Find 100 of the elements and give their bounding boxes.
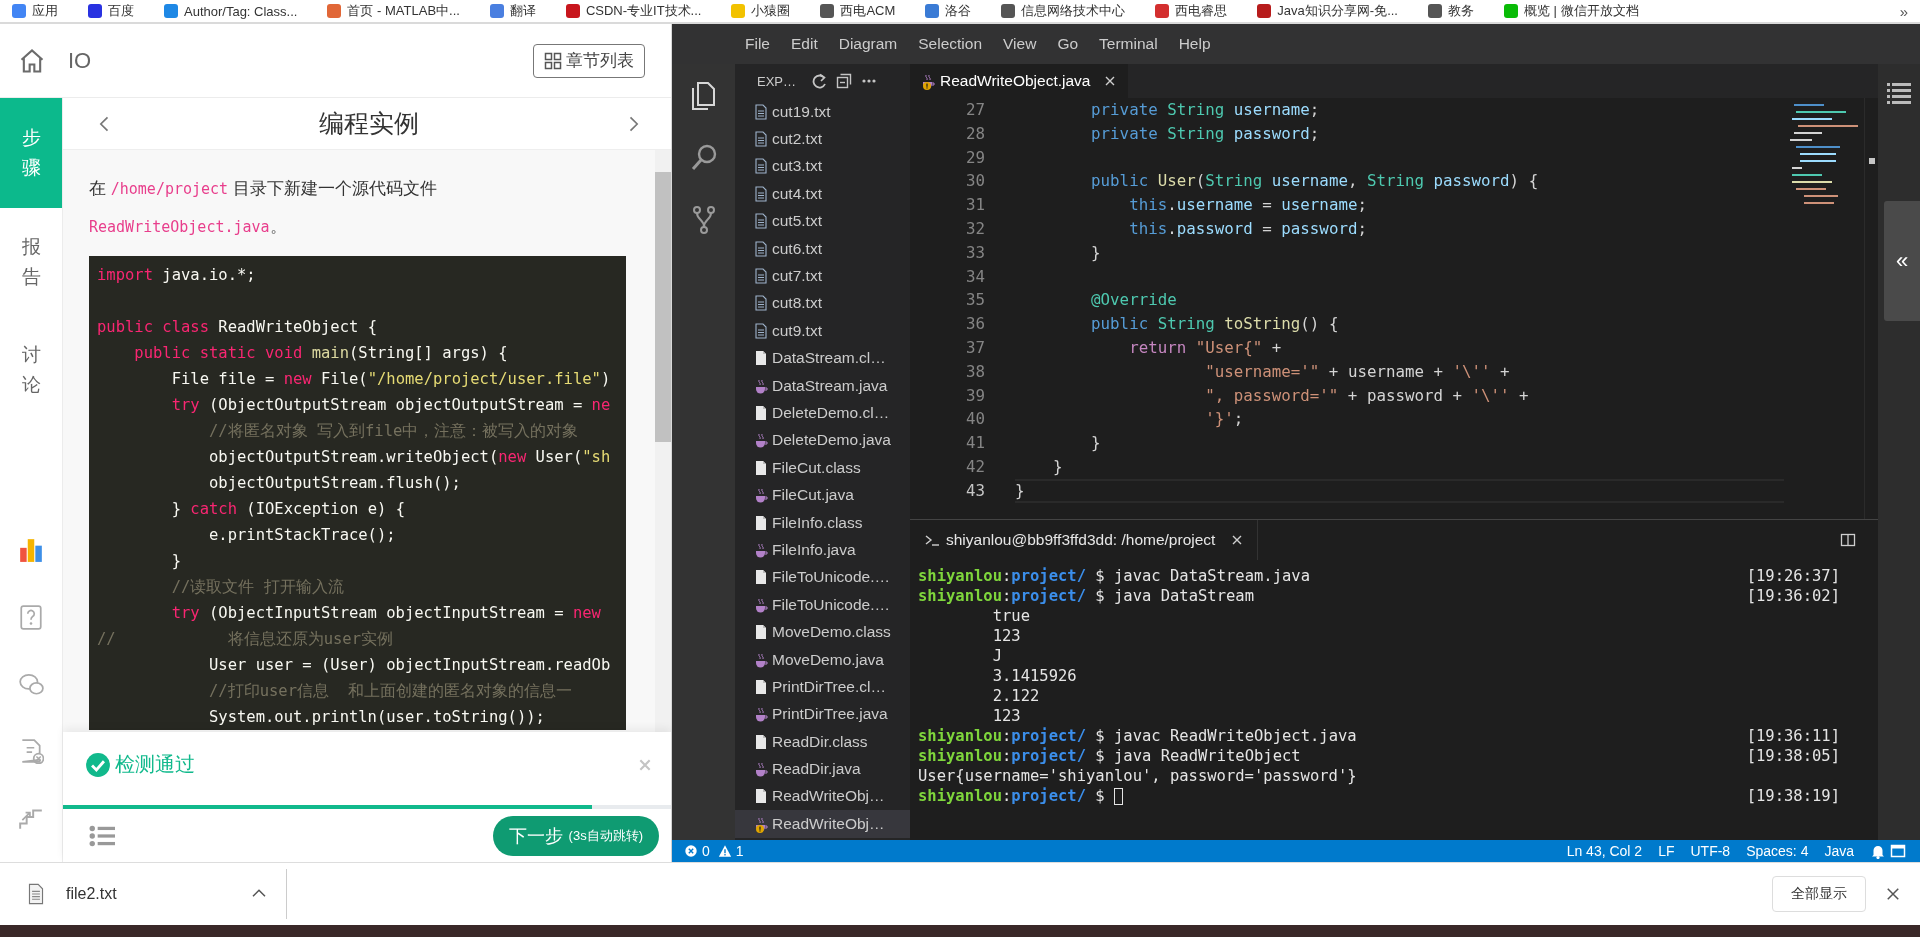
explorer-item[interactable]: PrintDirTree.cl… bbox=[735, 673, 910, 701]
explorer-item[interactable]: cut19.txt bbox=[735, 98, 910, 126]
file-icon bbox=[753, 405, 769, 421]
explorer-item[interactable]: cut7.txt bbox=[735, 262, 910, 290]
explorer-item[interactable]: ReadDir.java bbox=[735, 755, 910, 783]
explorer-item[interactable]: FileToUnicode.… bbox=[735, 563, 910, 592]
menu-item[interactable]: View bbox=[1003, 35, 1037, 53]
explorer-item[interactable]: MoveDemo.java bbox=[735, 645, 910, 674]
bar-chart-icon[interactable] bbox=[18, 536, 44, 563]
code-line: try (ObjectInputStream objectInputStream = new bbox=[170, 603, 602, 624]
bookmark[interactable]: 翻译 bbox=[489, 2, 536, 20]
more-bookmarks-button[interactable]: » bbox=[1899, 2, 1908, 20]
bookmark[interactable]: 小猿圈 bbox=[731, 2, 791, 20]
step-title: 编程实例 bbox=[319, 108, 419, 139]
terminal-line: 2.122 bbox=[991, 686, 1040, 706]
bookmark[interactable]: 百度 bbox=[88, 2, 134, 20]
bookmark[interactable]: 信息网络技术中心 bbox=[1001, 2, 1126, 20]
warning-count[interactable]: 1 bbox=[735, 843, 744, 859]
warning-icon[interactable] bbox=[717, 844, 732, 858]
explorer-item[interactable]: FileInfo.class bbox=[735, 508, 910, 537]
explorer-item[interactable]: FileCut.java bbox=[735, 481, 910, 509]
scrollbar[interactable] bbox=[655, 150, 671, 732]
explorer-item[interactable]: ReadDir.class bbox=[735, 728, 910, 756]
editor-tab[interactable]: ReadWriteObject.java bbox=[910, 64, 1129, 98]
scroll-marker bbox=[1869, 158, 1875, 164]
collapse-icon[interactable] bbox=[836, 73, 852, 89]
bookmark[interactable]: 洛谷 bbox=[925, 2, 972, 20]
code-line: objectOutputStream.writeObject(new User("sh bbox=[207, 447, 612, 468]
error-count[interactable]: 0 bbox=[702, 843, 710, 859]
line-number: 39 bbox=[964, 384, 985, 407]
menu-item[interactable]: Go bbox=[1057, 35, 1079, 53]
code-line: try (ObjectOutputStream objectOutputStream = ne bbox=[170, 395, 612, 416]
explorer-item[interactable]: DeleteDemo.cl… bbox=[735, 399, 910, 427]
explorer-item[interactable]: ReadWriteObj… bbox=[735, 782, 910, 811]
collapse-handle[interactable]: « bbox=[1884, 201, 1920, 321]
refresh-icon[interactable] bbox=[811, 73, 827, 89]
download-item[interactable]: file2.txt bbox=[0, 869, 287, 919]
explorer-item[interactable]: cut6.txt bbox=[735, 234, 910, 263]
bookmark[interactable]: 西电ACM bbox=[820, 2, 896, 20]
menu-item[interactable]: File bbox=[745, 35, 770, 53]
bookmark[interactable]: 教务 bbox=[1427, 2, 1474, 20]
explorer-item[interactable]: cut8.txt bbox=[735, 289, 910, 318]
cup-icon bbox=[753, 377, 769, 394]
status-item[interactable]: UTF-8 bbox=[1690, 843, 1731, 859]
terminal-tab[interactable]: shiyanlou@bb9ff3ffd3dd: /home/project bbox=[910, 520, 1259, 560]
close-icon[interactable] bbox=[1884, 885, 1902, 903]
menu-item[interactable]: Terminal bbox=[1099, 35, 1158, 53]
code-line: //读取文件 打开输入流 bbox=[170, 577, 345, 598]
explorer-item[interactable]: cut5.txt bbox=[735, 207, 910, 235]
chapters-button[interactable]: 章节列表 bbox=[533, 43, 645, 78]
text-file-icon bbox=[753, 185, 769, 202]
terminal-line: J bbox=[991, 646, 1002, 666]
nav-tab[interactable]: 报告 bbox=[0, 208, 62, 316]
terminal-line: shiyanlou:project/ $ javac ReadWriteObject.java bbox=[918, 726, 1357, 746]
menu-item[interactable]: Diagram bbox=[838, 35, 898, 53]
menu-item[interactable]: Edit bbox=[791, 35, 818, 53]
timestamp: [19:36:11] bbox=[1746, 726, 1840, 746]
bookmark[interactable]: CSDN-专业IT技术... bbox=[565, 2, 702, 20]
outline-icon[interactable] bbox=[1886, 80, 1912, 106]
explorer-item[interactable]: DeleteDemo.java bbox=[735, 426, 910, 455]
explorer-item[interactable]: DataStream.cl… bbox=[735, 344, 910, 372]
explorer-item[interactable]: MoveDemo.class bbox=[735, 618, 910, 646]
explorer-item[interactable]: FileInfo.java bbox=[735, 536, 910, 564]
code-line: User user = (User) objectInputStream.readOb bbox=[207, 655, 612, 676]
explorer-item[interactable]: FileCut.class bbox=[735, 454, 910, 482]
cup-icon bbox=[753, 487, 769, 504]
error-icon[interactable] bbox=[684, 844, 698, 858]
split-icon[interactable] bbox=[1840, 532, 1856, 548]
status-item[interactable]: LF bbox=[1658, 843, 1675, 859]
explorer-item[interactable]: cut3.txt bbox=[735, 152, 910, 181]
bookmark[interactable]: 西电睿思 bbox=[1155, 2, 1228, 20]
code-line: } bbox=[1052, 455, 1064, 478]
status-item[interactable]: Ln 43, Col 2 bbox=[1566, 843, 1643, 859]
panel-icon[interactable] bbox=[1890, 843, 1906, 859]
bookmark[interactable]: Author/Tag: Class... bbox=[164, 3, 298, 19]
bookmark[interactable]: 概览 | 微信开放文档 bbox=[1503, 2, 1639, 20]
explorer-item[interactable]: cut9.txt bbox=[735, 317, 910, 345]
next-step-button[interactable]: 下一步 (3s自动跳转) bbox=[492, 815, 659, 856]
explorer-item[interactable]: cut2.txt bbox=[735, 125, 910, 153]
show-all-button[interactable]: 全部显示 bbox=[1772, 876, 1866, 912]
menu-item[interactable]: Selection bbox=[918, 35, 983, 53]
explorer-item[interactable]: FileToUnicode.… bbox=[735, 591, 910, 619]
terminal-line: true bbox=[991, 606, 1030, 626]
status-item[interactable]: Java bbox=[1824, 843, 1854, 859]
course-title: IO bbox=[68, 47, 92, 74]
bookmark[interactable]: 首页 - MATLAB中... bbox=[327, 2, 460, 20]
bookmark[interactable]: Java知识分享网-免... bbox=[1257, 2, 1398, 20]
text-file-icon bbox=[753, 103, 769, 120]
code-line: System.out.println(user.toString()); bbox=[207, 707, 546, 728]
menu-item[interactable]: Help bbox=[1178, 35, 1211, 53]
explorer-item[interactable]: cut4.txt bbox=[735, 180, 910, 208]
explorer-item[interactable]: DataStream.java bbox=[735, 371, 910, 400]
bookmark[interactable]: 应用 bbox=[12, 2, 58, 20]
bell-icon[interactable] bbox=[1870, 843, 1886, 859]
explorer-item[interactable]: PrintDirTree.java bbox=[735, 700, 910, 728]
explorer-item[interactable]: ReadWriteObj… bbox=[735, 810, 910, 838]
nav-tab[interactable]: 讨论 bbox=[0, 316, 62, 424]
status-item[interactable]: Spaces: 4 bbox=[1746, 843, 1809, 859]
text-file-icon bbox=[753, 158, 769, 175]
timestamp: [19:38:19] bbox=[1746, 786, 1840, 806]
